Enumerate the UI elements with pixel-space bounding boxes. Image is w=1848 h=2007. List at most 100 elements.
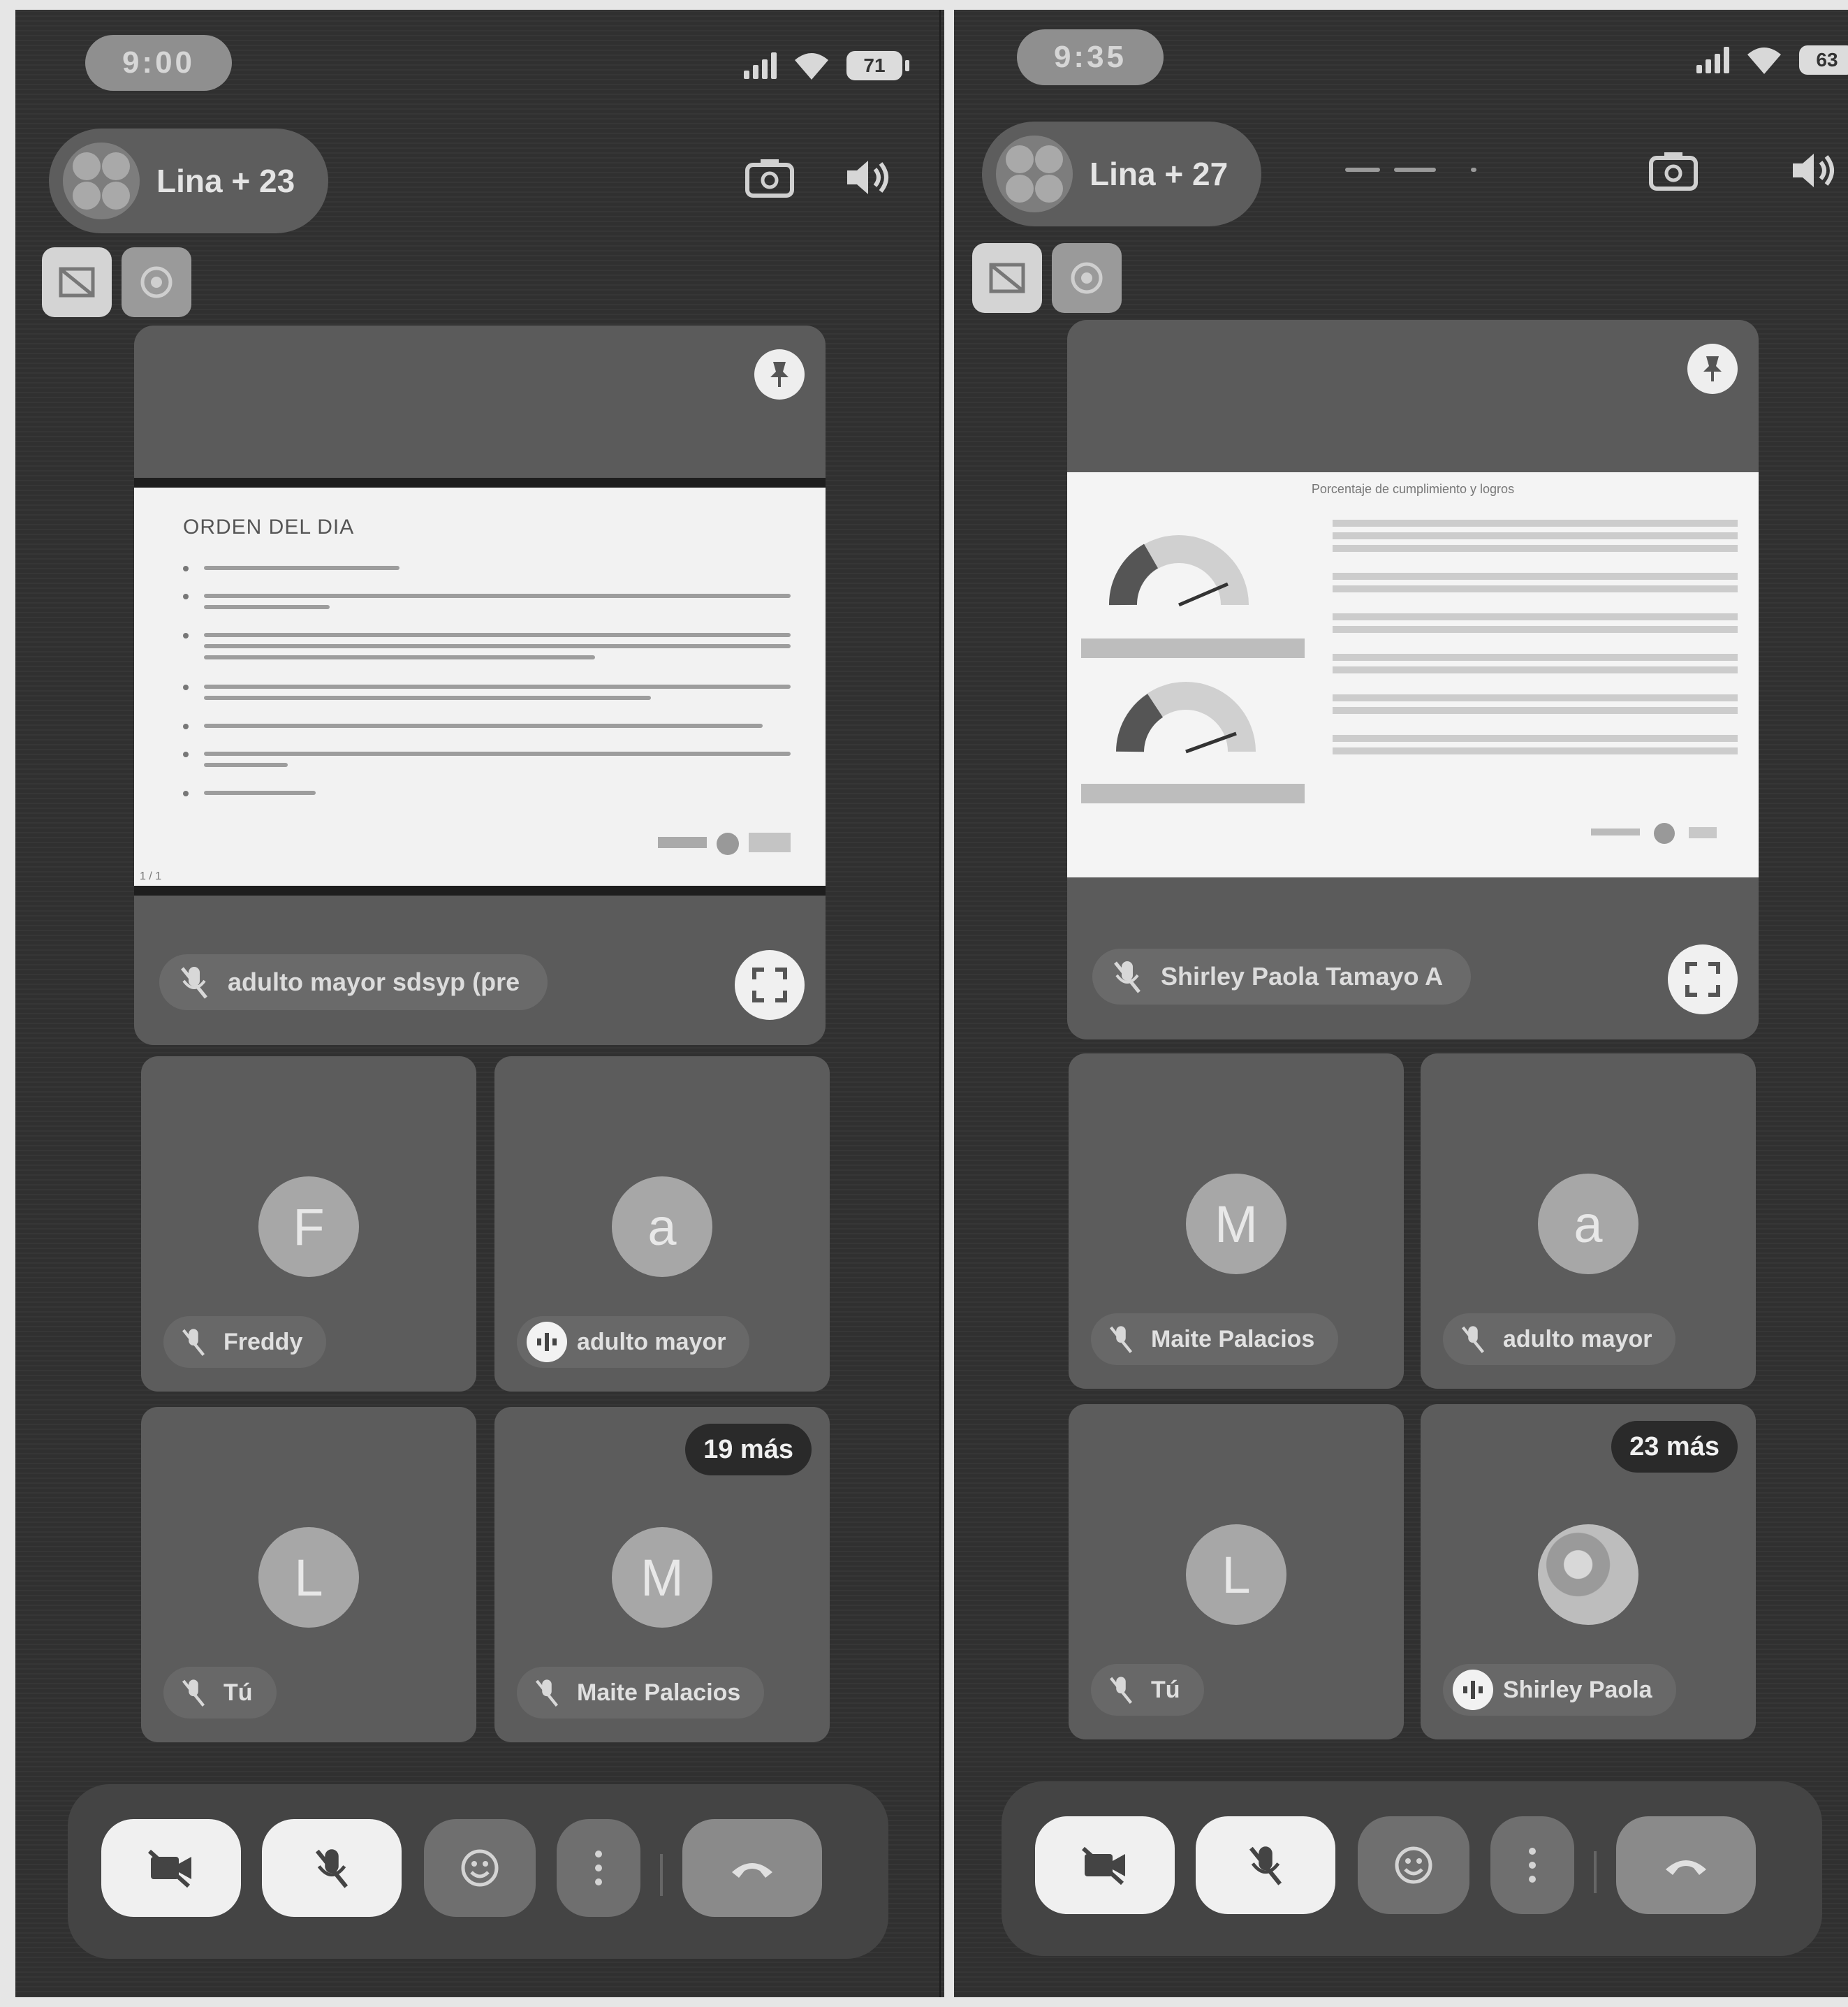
effects-icon xyxy=(140,266,173,298)
speaker-button[interactable] xyxy=(1785,143,1841,198)
participant-tile[interactable]: F Freddy xyxy=(141,1056,476,1392)
reactions-button[interactable] xyxy=(424,1819,536,1917)
presenter-name: Shirley Paola Tamayo A xyxy=(1161,962,1444,991)
participant-name: Freddy xyxy=(223,1328,303,1355)
camera-toggle-button[interactable] xyxy=(101,1819,241,1917)
mic-off-icon xyxy=(1249,1846,1282,1885)
more-participants-badge[interactable]: 19 más xyxy=(685,1424,812,1475)
end-call-button[interactable] xyxy=(682,1819,822,1917)
mic-toggle-button[interactable] xyxy=(1196,1816,1335,1914)
fullscreen-icon xyxy=(1685,962,1720,997)
mic-toggle-button[interactable] xyxy=(262,1819,402,1917)
participant-tile[interactable]: L Tú xyxy=(141,1407,476,1742)
participant-tile[interactable]: 23 más Shirley Paola xyxy=(1421,1404,1756,1739)
fullscreen-button[interactable] xyxy=(735,950,805,1020)
camera-off-icon xyxy=(148,1849,191,1888)
more-options-button[interactable] xyxy=(1490,1816,1574,1914)
end-call-icon xyxy=(1666,1860,1706,1875)
call-participants-chip[interactable]: Lina + 27 xyxy=(982,122,1261,226)
mic-off-icon xyxy=(527,1672,567,1713)
participant-tile[interactable]: a adulto mayor xyxy=(494,1056,830,1392)
more-vert-icon xyxy=(1529,1848,1536,1883)
group-avatar xyxy=(996,136,1073,212)
avatar: a xyxy=(1538,1174,1638,1274)
participant-label: adulto mayor xyxy=(1443,1313,1676,1365)
fullscreen-button[interactable] xyxy=(1668,944,1738,1014)
gauge-chart xyxy=(1116,682,1256,754)
phone-screen-left: 9:00 71 Lina + 23 ORDEN DEL DIA 1 / 1 ad… xyxy=(15,10,944,1997)
emoji-icon xyxy=(461,1849,499,1887)
battery-indicator: 63 xyxy=(1799,45,1848,75)
pin-icon xyxy=(770,362,789,387)
speaker-button[interactable] xyxy=(839,149,895,205)
shared-slide: Porcentaje de cumplimiento y logros xyxy=(1067,472,1759,877)
effects-button[interactable] xyxy=(122,247,191,317)
screenshot-divider xyxy=(939,10,941,1997)
end-call-icon xyxy=(732,1863,772,1878)
phone-screen-right: 9:35 63 Lina + 27 Porcentaje de cumplimi… xyxy=(954,10,1848,1997)
presenter-name: adulto mayor sdsyp (pre xyxy=(228,968,520,996)
switch-camera-icon xyxy=(1649,152,1698,191)
layout-icon xyxy=(59,267,95,298)
mic-off-icon xyxy=(1106,956,1148,998)
slide-title: Porcentaje de cumplimiento y logros xyxy=(1311,482,1515,496)
slide-page-indicator: 1 / 1 xyxy=(140,870,162,882)
participant-name: adulto mayor xyxy=(577,1328,726,1355)
more-participants-badge[interactable]: 23 más xyxy=(1611,1421,1738,1473)
pin-button[interactable] xyxy=(1687,344,1738,394)
reactions-button[interactable] xyxy=(1358,1816,1469,1914)
participant-tile[interactable]: L Tú xyxy=(1069,1404,1404,1739)
switch-camera-button[interactable] xyxy=(742,149,798,205)
call-controls-bar xyxy=(1002,1781,1822,1956)
speaker-icon xyxy=(847,161,888,194)
status-time: 9:00 xyxy=(85,35,232,91)
wifi-icon xyxy=(1747,48,1781,74)
group-avatar xyxy=(63,143,140,219)
call-title: Lina + 27 xyxy=(1090,156,1229,192)
signal-icon xyxy=(744,52,777,79)
emoji-icon xyxy=(1395,1846,1432,1884)
participant-name: Tú xyxy=(223,1679,253,1706)
participant-tile[interactable]: M Maite Palacios xyxy=(1069,1053,1404,1389)
mic-off-icon xyxy=(1101,1670,1141,1710)
gauge-caption xyxy=(1081,784,1305,803)
avatar: L xyxy=(1186,1524,1286,1625)
camera-toggle-button[interactable] xyxy=(1035,1816,1175,1914)
participant-name: adulto mayor xyxy=(1503,1325,1652,1352)
effects-button[interactable] xyxy=(1052,243,1122,313)
avatar: M xyxy=(612,1527,712,1628)
pin-button[interactable] xyxy=(754,349,805,400)
status-icons: 71 xyxy=(744,50,909,81)
participant-label: Shirley Paola xyxy=(1443,1664,1676,1716)
participant-label: Tú xyxy=(1091,1664,1204,1716)
mic-off-icon xyxy=(173,1322,214,1362)
avatar: F xyxy=(258,1176,359,1277)
controls-separator xyxy=(1594,1851,1597,1893)
wifi-icon xyxy=(795,53,828,80)
presenter-label: Shirley Paola Tamayo A xyxy=(1092,949,1472,1005)
participant-label: adulto mayor xyxy=(517,1316,750,1368)
end-call-button[interactable] xyxy=(1616,1816,1756,1914)
call-title: Lina + 23 xyxy=(156,163,295,199)
presentation-tile[interactable]: ORDEN DEL DIA 1 / 1 adulto mayor sdsyp (… xyxy=(134,326,826,1045)
screenshot-canvas: 9:00 71 Lina + 23 ORDEN DEL DIA 1 / 1 ad… xyxy=(0,0,1848,2007)
mic-off-icon xyxy=(173,961,215,1003)
gauge-chart xyxy=(1109,535,1249,607)
layout-toggle-button[interactable] xyxy=(972,243,1042,313)
controls-separator xyxy=(660,1854,663,1896)
network-indicator xyxy=(1345,168,1478,173)
avatar: L xyxy=(258,1527,359,1628)
layout-toggle-button[interactable] xyxy=(42,247,112,317)
pin-icon xyxy=(1703,356,1722,381)
speaking-icon xyxy=(1453,1670,1493,1710)
more-options-button[interactable] xyxy=(557,1819,640,1917)
avatar: M xyxy=(1186,1174,1286,1274)
mic-off-icon xyxy=(173,1672,214,1713)
presentation-tile[interactable]: Porcentaje de cumplimiento y logros Shir… xyxy=(1067,320,1759,1039)
call-participants-chip[interactable]: Lina + 23 xyxy=(49,129,328,233)
participant-tile[interactable]: a adulto mayor xyxy=(1421,1053,1756,1389)
participant-tile[interactable]: 19 más M Maite Palacios xyxy=(494,1407,830,1742)
switch-camera-button[interactable] xyxy=(1645,143,1701,198)
participant-label: Tú xyxy=(163,1667,277,1718)
speaking-icon xyxy=(527,1322,567,1362)
